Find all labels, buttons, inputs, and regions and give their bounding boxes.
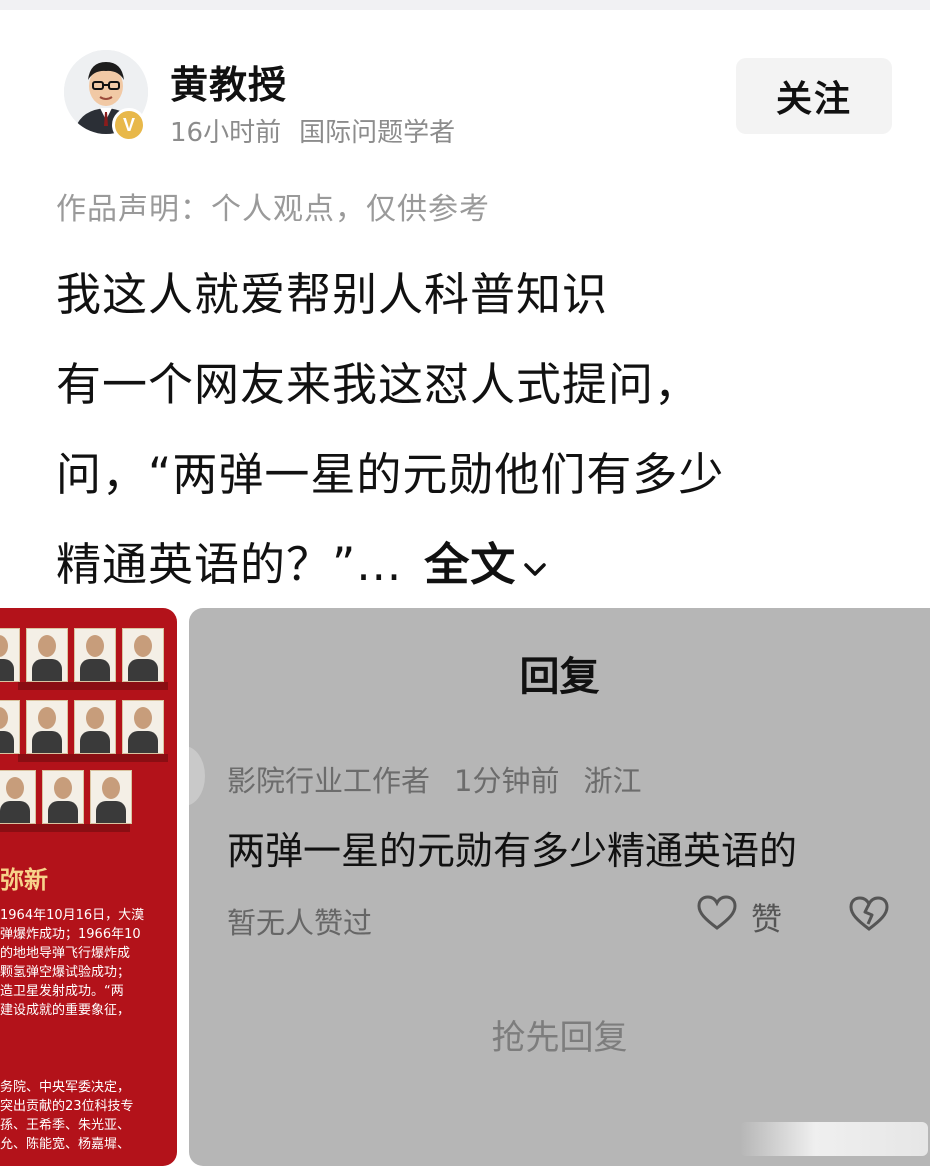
portrait-image xyxy=(26,700,68,754)
portrait-image xyxy=(90,770,132,824)
portrait-image xyxy=(26,628,68,682)
chevron-down-icon xyxy=(522,520,548,610)
heart-icon xyxy=(697,894,737,939)
portrait-image xyxy=(42,770,84,824)
post-body: 我这人就爱帮别人科普知识 有一个网友来我这怼人式提问， 问，“两弹一星的元勋他们… xyxy=(56,250,896,610)
portrait-image xyxy=(0,628,20,682)
fulltext-label: 全文 xyxy=(424,538,517,591)
post-line: 问，“两弹一星的元勋他们有多少 xyxy=(56,448,725,501)
poster-text-line: 允、陈能宽、杨嘉墀、 xyxy=(0,1137,131,1152)
verified-badge-icon: V xyxy=(112,108,146,142)
comment-text: 两弹一星的元勋有多少精通英语的 xyxy=(227,829,798,873)
portrait-row xyxy=(0,628,164,682)
portrait-image xyxy=(122,628,164,682)
poster-text-line: 建设成就的重要象征， xyxy=(0,1003,131,1018)
caption-bar xyxy=(18,754,168,762)
post-line-text: 精通英语的？”... xyxy=(56,538,403,591)
portrait-image xyxy=(74,628,116,682)
like-button[interactable]: 赞 xyxy=(697,894,782,939)
caption-bar xyxy=(0,824,130,832)
top-strip xyxy=(0,0,930,10)
poster-text-line: 务院、中央军委决定， xyxy=(0,1080,131,1095)
comment-location: 浙江 xyxy=(583,764,642,798)
portrait-row xyxy=(0,700,164,754)
poster-text-line: 弹爆炸成功；1966年10 xyxy=(0,927,141,942)
portrait-image xyxy=(0,770,36,824)
poster-text-line: 的地地导弹飞行爆炸成 xyxy=(0,946,131,961)
broken-heart-icon[interactable] xyxy=(849,896,889,936)
portrait-image xyxy=(0,700,20,754)
poster-text-line: 突出贡献的23位科技专 xyxy=(0,1099,134,1114)
author-title: 国际问题学者 xyxy=(299,118,456,148)
comment-time: 1分钟前 xyxy=(454,764,560,798)
poster-text-line: 颗氢弹空爆试验成功； xyxy=(0,965,131,980)
post-image-right[interactable]: 回复 影院行业工作者 1分钟前 浙江 两弹一星的元勋有多少精通英语的 暂无人赞过 赞… xyxy=(189,608,930,1166)
poster-paragraph: 1964年10月16日，大漠 弹爆炸成功；1966年10 的地地导弹飞行爆炸成 … xyxy=(0,906,177,1020)
poster-headline: 弥新 xyxy=(0,865,48,894)
fulltext-link[interactable]: 全文 xyxy=(424,538,548,591)
post-meta: 16小时前 国际问题学者 xyxy=(170,112,455,149)
post-line: 我这人就爱帮别人科普知识 xyxy=(56,268,609,321)
follow-button[interactable]: 关注 xyxy=(736,58,892,134)
portrait-row xyxy=(0,770,132,824)
poster-paragraph: 务院、中央军委决定， 突出贡献的23位科技专 孫、王希季、朱光亚、 允、陈能宽、… xyxy=(0,1078,177,1154)
image-scroll-fade xyxy=(740,1122,928,1156)
portrait-image xyxy=(74,700,116,754)
post-line: 有一个网友来我这怼人式提问， xyxy=(56,358,701,411)
post-time: 16小时前 xyxy=(170,118,282,148)
portrait-image xyxy=(122,700,164,754)
poster-text-line: 造卫星发射成功。“两 xyxy=(0,984,124,999)
author-name[interactable]: 黄教授 xyxy=(170,54,287,109)
no-likes-text: 暂无人赞过 xyxy=(227,906,373,940)
post-line-last: 精通英语的？”... 全文 xyxy=(56,520,896,610)
poster-text-line: 1964年10月16日，大漠 xyxy=(0,908,145,923)
work-statement: 作品声明：个人观点，仅供参考 xyxy=(56,192,490,227)
like-label: 赞 xyxy=(751,902,782,938)
post-image-left[interactable]: 弥新 1964年10月16日，大漠 弹爆炸成功；1966年10 的地地导弹飞行爆… xyxy=(0,608,177,1166)
reply-title: 回复 xyxy=(519,654,600,700)
poster-text-line: 孫、王希季、朱光亚、 xyxy=(0,1118,131,1133)
caption-bar xyxy=(18,682,168,690)
commenter-name: 影院行业工作者 xyxy=(227,764,431,798)
commenter-avatar xyxy=(189,746,205,806)
commenter-meta: 影院行业工作者 1分钟前 浙江 xyxy=(227,758,641,800)
reply-first-prompt[interactable]: 抢先回复 xyxy=(189,1010,930,1059)
